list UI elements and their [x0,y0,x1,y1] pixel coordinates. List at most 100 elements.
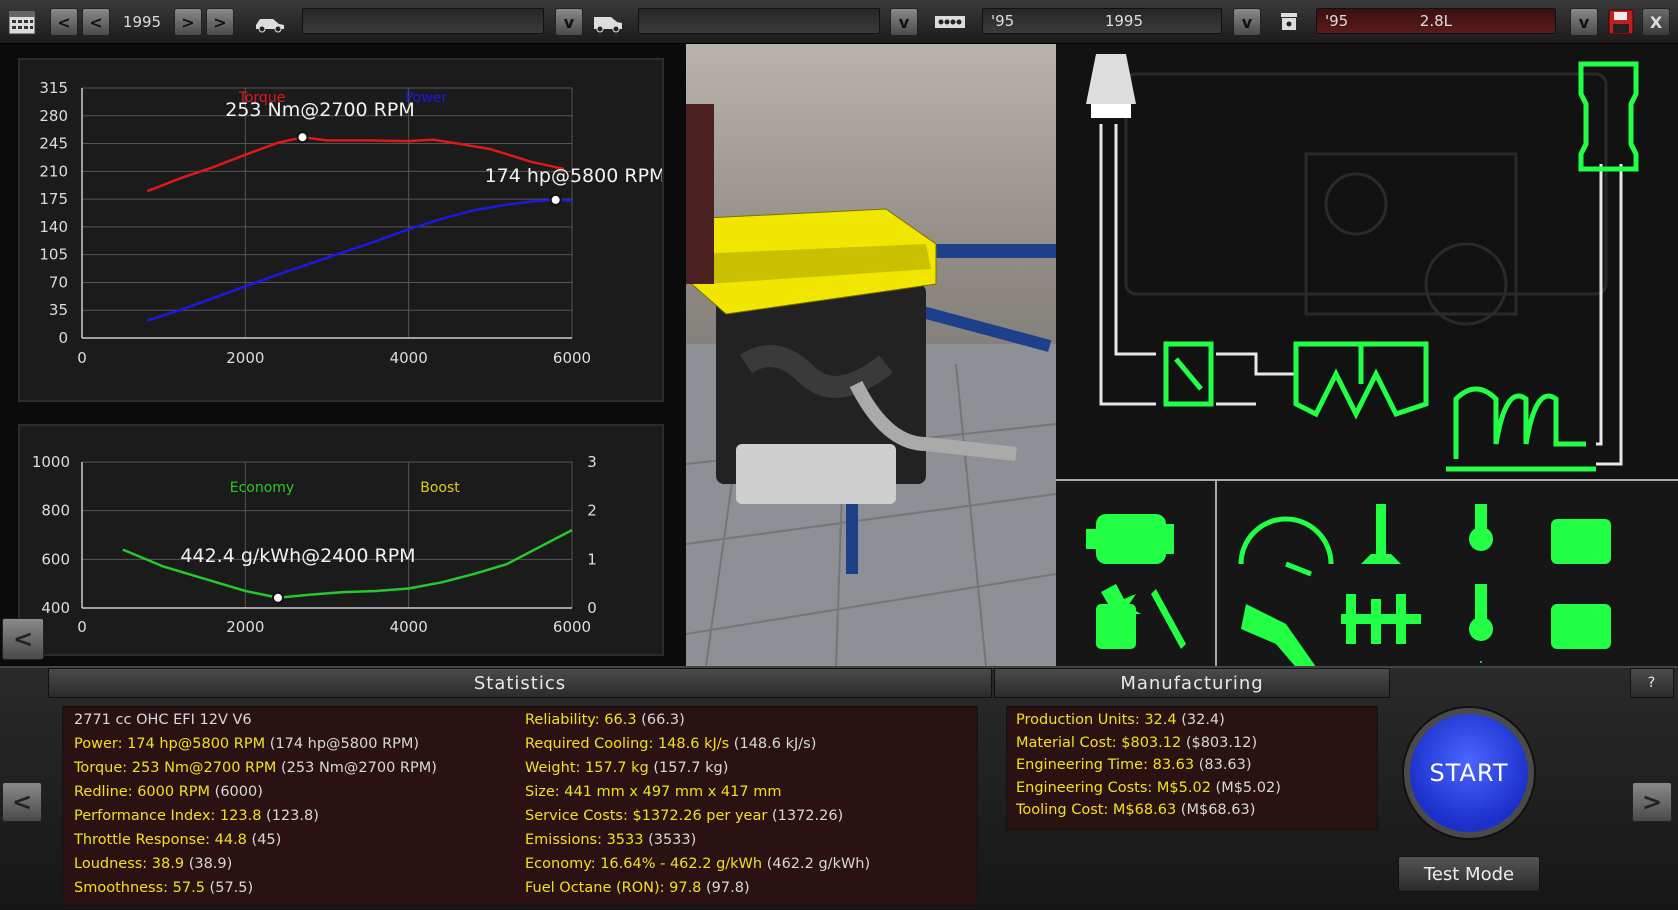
help-button[interactable]: ? [1630,668,1674,698]
engine-variant-select[interactable]: '95 2.8L [1316,8,1556,34]
engine-schematic [1056,44,1678,679]
x-tick-label: 6000 [553,349,591,367]
calendar-icon[interactable] [6,8,38,36]
col1-row: Loudness: 38.9 (38.9) [74,856,232,872]
stat-value: Engineering Costs: M$5.02 [1016,779,1211,796]
col2-row: Emissions: 3533 (3533) [525,832,696,848]
stat-base-value: (M$68.63) [1176,802,1256,818]
connecting-rod-2-icon[interactable] [1469,584,1493,641]
mfg-row: Engineering Costs: M$5.02 (M$5.02) [1016,780,1281,796]
next-screen-button[interactable]: > [1632,782,1672,822]
col2-row: Required Cooling: 148.6 kJ/s (148.6 kJ/s… [525,736,816,752]
y-tick-label: 0 [58,329,68,347]
y2-tick-label: 0 [587,599,597,617]
stat-base-value: (45) [246,832,282,848]
engine-designer-screen: < < 1995 > > v v '95 1995 v '95 2.8L v X… [0,0,1678,910]
top-toolbar: < < 1995 > > v v '95 1995 v '95 2.8L v X [0,0,1678,44]
economy-min-label: 442.4 g/kWh@2400 RPM [180,545,415,567]
model-select[interactable] [638,8,880,34]
y-tick-label: 800 [41,502,70,520]
stat-value: Redline: 6000 RPM [74,784,211,800]
series-line-power [146,198,573,322]
col2-row: Economy: 16.64% - 462.2 g/kWh (462.2 g/k… [525,856,870,872]
y2-tick-label: 1 [587,550,597,568]
engine-check-icon[interactable] [1086,514,1174,564]
close-button[interactable]: X [1642,8,1670,36]
stat-value: Loudness: 38.9 [74,856,185,872]
spark-plug-icon[interactable] [1151,589,1186,649]
col1-row: Torque: 253 Nm@2700 RPM (253 Nm@2700 RPM… [74,760,437,776]
torque-peak-marker [296,131,309,144]
gauge-icon[interactable] [1238,516,1334,577]
piston-icon [1274,8,1304,36]
crankshaft-icon[interactable] [1341,594,1421,644]
stat-value: Throttle Response: 44.8 [74,832,247,848]
stat-base-value: (38.9) [184,856,233,872]
stat-base-value: (6000) [210,784,263,800]
y-tick-label: 280 [39,107,68,125]
stat-value: Smoothness: 57.5 [74,880,205,896]
stat-value: Service Costs: $1372.26 per year [525,808,768,824]
torque-peak-label: 253 Nm@2700 RPM [225,99,414,121]
tools-icon[interactable] [1241,604,1321,679]
economy-chart: 0 2000 4000 6000 1000 800 600 400 3 2 1 0 Economy Boo… [32,453,597,636]
stat-base-value: (66.3) [636,712,685,728]
legend-economy: Economy [230,480,294,496]
col2-row: Weight: 157.7 kg (157.7 kg) [525,760,728,776]
family-dropdown-button[interactable]: v [1233,8,1261,36]
save-icon[interactable] [1606,8,1636,36]
torque-power-chart-panel: 0 2000 4000 6000 315 280 245 210 175 140 105 70 35 0 T… [18,58,665,402]
manufacturing-header: Manufacturing [994,668,1390,698]
variant-dropdown-button[interactable]: v [1570,8,1598,36]
stat-base-value: (253 Nm@2700 RPM) [276,760,437,776]
col2-row: Fuel Octane (RON): 97.8 (97.8) [525,880,750,896]
x-tick-label: 4000 [390,618,428,636]
stat-value: Torque: 253 Nm@2700 RPM [74,760,277,776]
collapse-charts-button[interactable]: < [2,618,44,660]
y-tick-label: 105 [39,246,68,264]
chassis-select[interactable] [302,8,544,34]
col2-row: Size: 441 mm x 497 mm x 417 mm [525,784,781,800]
variant-value-label: 2.8L [1419,12,1452,30]
ignition-icon[interactable] [1096,584,1141,649]
stat-base-value: (174 hp@5800 RPM) [265,736,420,752]
x-tick-label: 4000 [390,349,428,367]
engine-family-select[interactable]: '95 1995 [982,8,1222,34]
mfg-row: Tooling Cost: M$68.63 (M$68.63) [1016,802,1255,818]
year-prev-button[interactable]: < [82,8,110,36]
family-value-label: 1995 [1104,12,1143,30]
valve-icon[interactable] [1361,504,1401,564]
y-tick-label: 600 [41,550,70,568]
engine-3d-viewport[interactable] [686,44,1056,666]
year-value: 1995 [122,13,162,31]
engine-schematic-panel [1056,44,1678,679]
stat-value: Reliability: 66.3 [525,712,637,728]
piston-top-icon[interactable] [1551,519,1611,564]
stat-value: Performance Index: 123.8 [74,808,262,824]
mfg-row: Engineering Time: 83.63 (83.63) [1016,757,1252,773]
y-tick-label: 210 [39,162,68,180]
van-icon [590,8,626,36]
start-button[interactable]: START [1404,708,1534,838]
year-prev-fast-button[interactable]: < [50,8,78,36]
year-next-button[interactable]: > [174,8,202,36]
stat-value: Size: 441 mm x 497 mm x 417 mm [525,784,782,800]
family-year-label: '95 [991,12,1015,30]
torque-power-chart: 0 2000 4000 600031528024521017514010570350T… [39,79,665,367]
year-next-fast-button[interactable]: > [206,8,234,36]
stat-base-value: (97.8) [701,880,750,896]
mfg-row: Material Cost: $803.12 ($803.12) [1016,735,1257,751]
model-dropdown-button[interactable]: v [890,8,918,36]
economy-min-marker [272,591,284,604]
stat-base-value: (462.2 g/kWh) [762,856,871,872]
col1-row: Power: 174 hp@5800 RPM (174 hp@5800 RPM) [74,736,419,752]
stat-value: Power: 174 hp@5800 RPM [74,736,266,752]
piston-icon-2[interactable] [1551,604,1611,649]
col1-row: Performance Index: 123.8 (123.8) [74,808,319,824]
y-tick-label: 315 [39,79,68,97]
test-mode-button[interactable]: Test Mode [1398,856,1540,892]
stat-value: Engineering Time: 83.63 [1016,757,1195,773]
chassis-dropdown-button[interactable]: v [555,8,583,36]
previous-screen-button[interactable]: < [2,782,42,822]
stat-base-value: (1372.26) [767,808,844,824]
